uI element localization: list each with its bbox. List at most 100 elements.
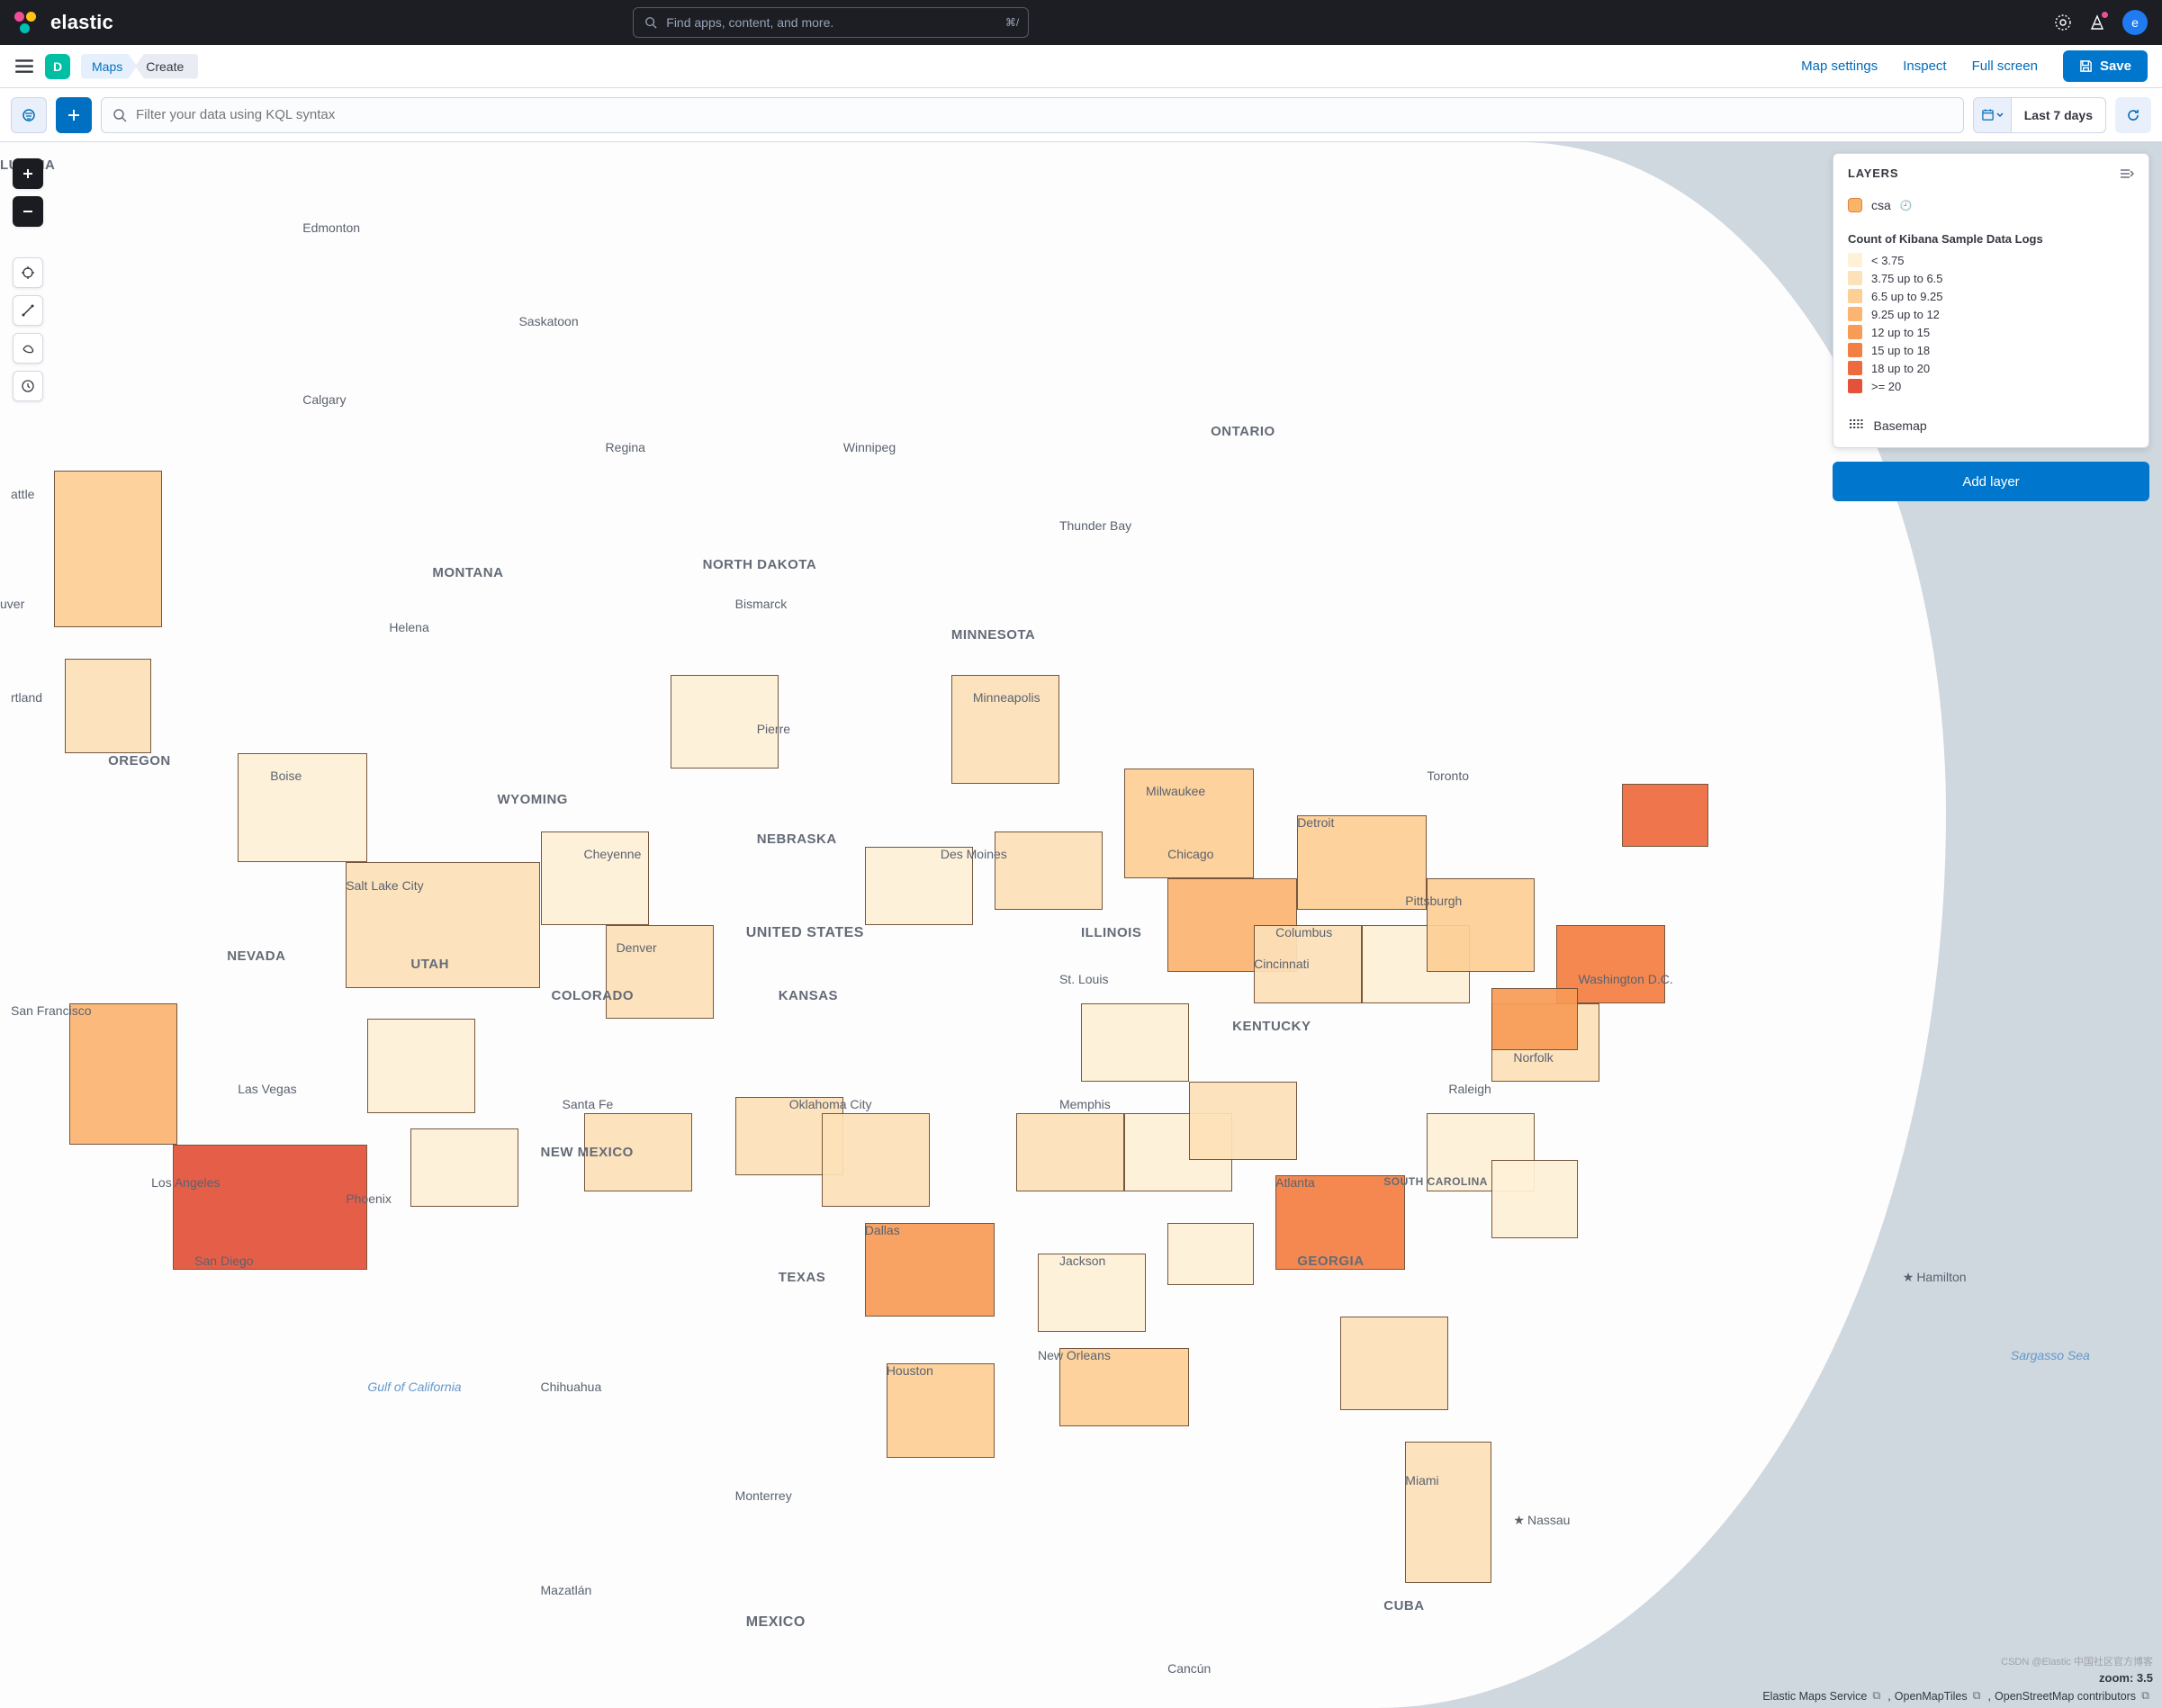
external-link-icon: ⧉	[1872, 1689, 1880, 1703]
csa-region[interactable]	[1340, 1317, 1448, 1410]
csa-region[interactable]	[1427, 878, 1535, 972]
csa-region[interactable]	[606, 925, 714, 1019]
csa-region[interactable]	[541, 832, 649, 925]
zoom-in-button[interactable]	[13, 158, 43, 189]
csa-region[interactable]	[69, 1003, 177, 1145]
newsfeed-icon[interactable]	[2088, 13, 2106, 31]
layer-legend: Count of Kibana Sample Data Logs < 3.75 3…	[1833, 229, 2148, 406]
legend-swatch	[1848, 361, 1862, 375]
csa-region[interactable]	[54, 471, 162, 627]
watermark: CSDN @Elastic 中国社区官方博客	[2001, 1654, 2153, 1668]
search-icon	[113, 108, 127, 122]
legend-title: Count of Kibana Sample Data Logs	[1848, 232, 2134, 246]
grid-icon: ⠿⠿	[1848, 418, 1863, 433]
legend-swatch	[1848, 271, 1862, 285]
legend-row: 15 up to 18	[1848, 341, 2134, 359]
zoom-indicator: zoom: 3.5	[2099, 1671, 2153, 1685]
legend-swatch	[1848, 289, 1862, 303]
legend-label: 12 up to 15	[1871, 326, 1930, 339]
add-layer-button[interactable]: Add layer	[1833, 462, 2149, 501]
legend-row: 18 up to 20	[1848, 359, 2134, 377]
time-range-label: Last 7 days	[2012, 108, 2105, 122]
kql-input-field[interactable]	[136, 107, 1952, 122]
query-bar: Last 7 days	[0, 88, 2162, 142]
legend-swatch	[1848, 253, 1862, 267]
measure-button[interactable]	[13, 295, 43, 326]
search-icon	[644, 16, 657, 29]
user-avatar[interactable]: e	[2122, 10, 2148, 35]
global-header: elastic Find apps, content, and more. ⌘/…	[0, 0, 2162, 45]
legend-swatch	[1848, 379, 1862, 393]
fullscreen-button[interactable]: Full screen	[1972, 58, 2038, 74]
csa-region[interactable]	[1167, 1223, 1254, 1286]
csa-region[interactable]	[238, 753, 367, 863]
external-link-icon: ⧉	[2141, 1689, 2149, 1703]
help-icon[interactable]	[2054, 13, 2072, 31]
csa-region[interactable]	[1491, 988, 1578, 1051]
layers-panel: LAYERS csa 🕘 Count of Kibana Sample Data…	[1833, 153, 2149, 448]
inspect-button[interactable]: Inspect	[1903, 58, 1946, 74]
nav-toggle-icon[interactable]	[14, 58, 34, 74]
csa-region[interactable]	[1491, 1160, 1578, 1238]
layers-title: LAYERS	[1848, 166, 1898, 180]
add-filter-button[interactable]	[56, 97, 92, 133]
draw-button[interactable]	[13, 333, 43, 364]
legend-row: 12 up to 15	[1848, 323, 2134, 341]
csa-region[interactable]	[1081, 1003, 1189, 1082]
csa-region[interactable]	[1622, 784, 1708, 847]
legend-label: 18 up to 20	[1871, 362, 1930, 375]
chevron-down-icon	[1996, 112, 2004, 119]
csa-region[interactable]	[65, 659, 151, 752]
save-button[interactable]: Save	[2063, 50, 2148, 82]
calendar-icon[interactable]	[1974, 98, 2012, 132]
legend-row: >= 20	[1848, 377, 2134, 395]
legend-row: 3.75 up to 6.5	[1848, 269, 2134, 287]
legend-row: 9.25 up to 12	[1848, 305, 2134, 323]
attribution-osm[interactable]: OpenStreetMap contributors	[1995, 1690, 2136, 1703]
layer-swatch-icon	[1848, 198, 1862, 212]
csa-region[interactable]	[410, 1128, 518, 1207]
zoom-out-button[interactable]	[13, 196, 43, 227]
basemap-label: Basemap	[1874, 418, 1927, 433]
map-canvas[interactable]: LUMBIA uver attle rtland Edmonton Saskat…	[0, 142, 2162, 1708]
layer-item-csa[interactable]: csa 🕘	[1833, 193, 2148, 229]
legend-label: 9.25 up to 12	[1871, 308, 1940, 321]
attribution-ems[interactable]: Elastic Maps Service	[1762, 1690, 1867, 1703]
csa-region[interactable]	[367, 1019, 475, 1112]
timeslider-button[interactable]	[13, 371, 43, 401]
time-range-picker[interactable]: Last 7 days	[1973, 97, 2106, 133]
legend-label: 3.75 up to 6.5	[1871, 272, 1943, 285]
elastic-logo-icon[interactable]	[14, 12, 36, 33]
global-search-input[interactable]: Find apps, content, and more. ⌘/	[633, 7, 1029, 38]
legend-swatch	[1848, 343, 1862, 357]
attribution-omt[interactable]: OpenMapTiles	[1895, 1690, 1968, 1703]
breadcrumb-current: Create	[135, 54, 198, 79]
legend-swatch	[1848, 325, 1862, 339]
legend-row: < 3.75	[1848, 251, 2134, 269]
app-sub-nav: D Maps Create Map settings Inspect Full …	[0, 45, 2162, 88]
csa-region[interactable]	[1189, 1082, 1297, 1160]
fit-bounds-button[interactable]	[13, 257, 43, 288]
kql-input[interactable]	[101, 97, 1964, 133]
csa-region[interactable]	[1016, 1113, 1124, 1191]
csa-region[interactable]	[1405, 1442, 1491, 1583]
legend-swatch	[1848, 307, 1862, 321]
layer-item-basemap[interactable]: ⠿⠿ Basemap	[1833, 406, 2148, 447]
collapse-panel-icon[interactable]	[2120, 167, 2134, 180]
brand-name: elastic	[50, 11, 113, 34]
legend-label: 15 up to 18	[1871, 344, 1930, 357]
csa-region[interactable]	[995, 832, 1103, 910]
csa-region[interactable]	[822, 1113, 930, 1207]
breadcrumb-app[interactable]: Maps	[81, 54, 137, 79]
refresh-button[interactable]	[2115, 97, 2151, 133]
space-selector[interactable]: D	[45, 54, 70, 79]
layer-name: csa	[1871, 198, 1891, 212]
map-toolbar	[13, 158, 43, 401]
search-placeholder: Find apps, content, and more.	[666, 15, 833, 30]
csa-region[interactable]	[173, 1145, 367, 1270]
saved-query-button[interactable]	[11, 97, 47, 133]
breadcrumb: Maps Create	[81, 54, 198, 79]
legend-label: 6.5 up to 9.25	[1871, 290, 1943, 303]
legend-row: 6.5 up to 9.25	[1848, 287, 2134, 305]
map-settings-button[interactable]: Map settings	[1801, 58, 1878, 74]
